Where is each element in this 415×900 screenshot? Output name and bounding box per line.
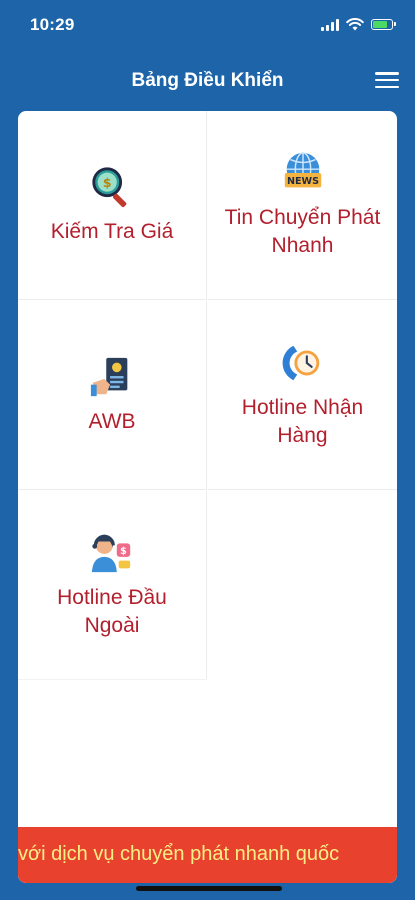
status-icons bbox=[321, 18, 396, 31]
svg-text:$: $ bbox=[103, 175, 112, 190]
dashboard-card: $ Kiếm Tra Giá NEWS Tin Chuyển Phát Nhan… bbox=[18, 111, 397, 883]
wifi-icon bbox=[346, 18, 364, 31]
tile-label: Hotline Nhận Hàng bbox=[241, 396, 364, 447]
status-bar: 10:29 bbox=[0, 0, 415, 50]
tile-express-news[interactable]: NEWS Tin Chuyển Phát Nhanh bbox=[208, 111, 397, 300]
support-agent-icon: $ bbox=[91, 534, 131, 573]
phone-clock-icon bbox=[282, 345, 319, 381]
globe-news-icon: NEWS bbox=[284, 152, 321, 188]
page-title: Bảng Điều Khiển bbox=[131, 70, 284, 91]
tile-label: Kiếm Tra Giá bbox=[50, 220, 174, 243]
tile-label: AWB bbox=[88, 410, 136, 433]
tile-hotline-receive[interactable]: Hotline Nhận Hàng bbox=[208, 301, 397, 490]
svg-text:$: $ bbox=[120, 546, 127, 557]
battery-icon bbox=[371, 19, 396, 30]
marquee-banner: với dịch vụ chuyển phát nhanh quốc bbox=[18, 827, 397, 883]
document-hand-icon bbox=[90, 357, 128, 397]
tile-label: Tin Chuyển Phát Nhanh bbox=[224, 206, 381, 257]
tile-label: Hotline Đầu Ngoài bbox=[57, 586, 167, 637]
tile-awb[interactable]: AWB bbox=[18, 301, 207, 490]
hamburger-menu-icon[interactable] bbox=[375, 70, 399, 90]
cellular-signal-icon bbox=[321, 18, 339, 31]
tile-price-check[interactable]: $ Kiếm Tra Giá bbox=[18, 111, 207, 300]
tile-hotline-outbound[interactable]: $ Hotline Đầu Ngoài bbox=[18, 491, 207, 680]
magnifier-money-icon: $ bbox=[92, 167, 127, 208]
status-time: 10:29 bbox=[30, 15, 75, 34]
svg-text:NEWS: NEWS bbox=[286, 176, 318, 187]
banner-text: với dịch vụ chuyển phát nhanh quốc bbox=[18, 843, 340, 865]
nav-bar: Bảng Điều Khiển bbox=[0, 58, 415, 104]
home-indicator[interactable] bbox=[136, 886, 282, 891]
